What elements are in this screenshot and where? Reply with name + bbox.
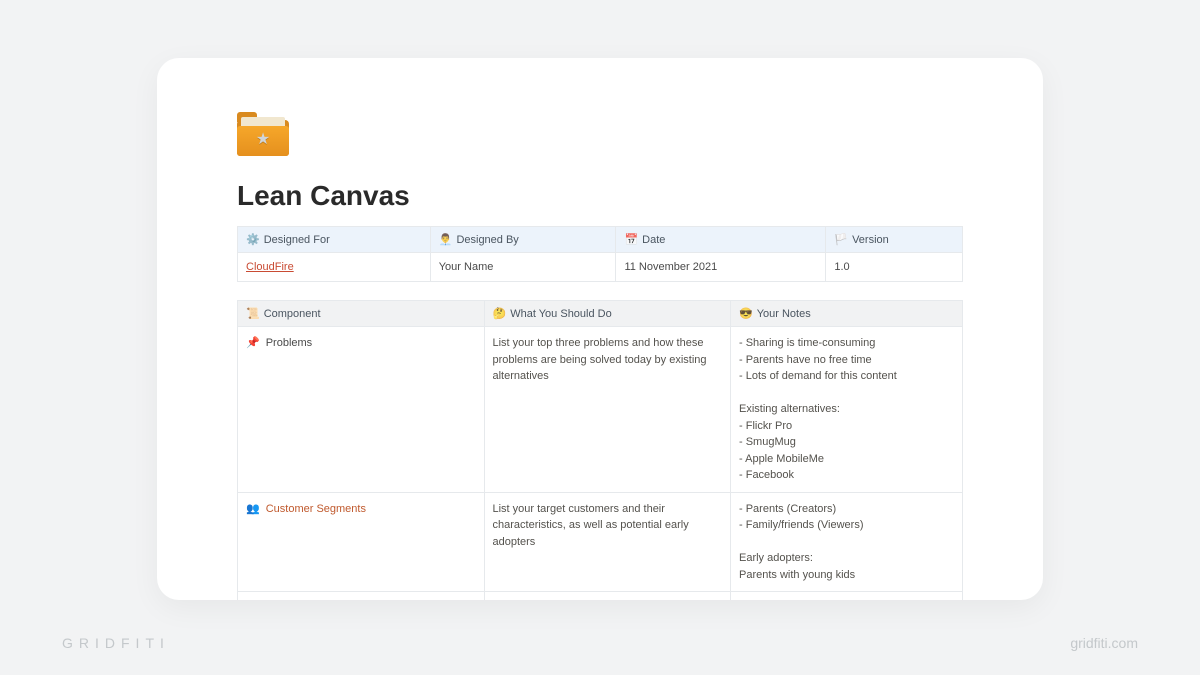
stage: ★ Lean Canvas ⚙️ Designed For 👨‍💼Designed… [0, 0, 1200, 675]
person-icon: 👨‍💼 [439, 234, 453, 246]
canvas-header-component: 📜 Component [238, 301, 485, 327]
meta-header-designed-by: 👨‍💼Designed By [430, 227, 616, 253]
what-cell: A single, clear, compelling message that… [484, 592, 731, 601]
document-card: ★ Lean Canvas ⚙️ Designed For 👨‍💼Designed… [157, 58, 1043, 600]
meta-row: CloudFire Your Name 11 November 2021 1.0 [238, 253, 963, 282]
what-cell: List your top three problems and how the… [484, 327, 731, 493]
component-emoji-icon: 👥 [246, 503, 260, 515]
canvas-header-label: Component [264, 308, 321, 320]
meta-table: ⚙️ Designed For 👨‍💼Designed By 📅 Date 🏳️ Ve… [237, 226, 963, 282]
meta-header-version: 🏳️ Version [826, 227, 963, 253]
component-emoji-icon: 📌 [246, 337, 260, 349]
component-cell: 🎯Unique Value Propositions [238, 592, 485, 601]
scroll-icon: 📜 [246, 308, 260, 320]
meta-header-designed-for: ⚙️ Designed For [238, 227, 431, 253]
thinking-icon: 🤔 [493, 308, 507, 320]
meta-designed-by: Your Name [430, 253, 616, 282]
meta-header-label: Date [642, 234, 665, 246]
meta-version: 1.0 [826, 253, 963, 282]
canvas-header-label: Your Notes [757, 308, 811, 320]
meta-date: 11 November 2021 [616, 253, 826, 282]
what-cell: List your target customers and their cha… [484, 492, 731, 592]
notes-cell: - Parents (Creators) - Family/friends (V… [731, 492, 963, 592]
brand-url: gridfiti.com [1070, 635, 1138, 651]
table-row: 📌 Problems List your top three problems an… [238, 327, 963, 493]
page-icon-folder: ★ [237, 110, 289, 156]
notes-cell: The fastest way to share your photos and… [731, 592, 963, 601]
gear-icon: ⚙️ [246, 234, 260, 246]
component-cell: 📌 Problems [238, 327, 485, 493]
meta-header-date: 📅 Date [616, 227, 826, 253]
meta-header-label: Designed For [264, 234, 330, 246]
table-row: 🎯Unique Value PropositionsA single, clea… [238, 592, 963, 601]
canvas-header-notes: 😎 Your Notes [731, 301, 963, 327]
canvas-header-label: What You Should Do [510, 308, 612, 320]
sunglasses-icon: 😎 [739, 308, 753, 320]
meta-header-label: Designed By [456, 234, 518, 246]
meta-header-label: Version [852, 234, 889, 246]
component-label: Problems [266, 337, 312, 349]
brand-name: GRIDFITI [62, 635, 170, 651]
component-label: Customer Segments [266, 503, 366, 515]
star-icon: ★ [256, 132, 270, 148]
calendar-icon: 📅 [624, 234, 638, 246]
component-cell: 👥 Customer Segments [238, 492, 485, 592]
folder-front-shape: ★ [237, 126, 289, 156]
table-row: 👥 Customer Segments List your target custo… [238, 492, 963, 592]
meta-designed-for: CloudFire [238, 253, 431, 282]
canvas-header-what: 🤔What You Should Do [484, 301, 731, 327]
notes-cell: - Sharing is time-consuming - Parents ha… [731, 327, 963, 493]
canvas-table: 📜 Component 🤔What You Should Do 😎 Your Not… [237, 300, 963, 600]
flag-icon: 🏳️ [834, 234, 848, 246]
cloudfire-link[interactable]: CloudFire [246, 261, 294, 273]
page-title: Lean Canvas [237, 180, 963, 212]
